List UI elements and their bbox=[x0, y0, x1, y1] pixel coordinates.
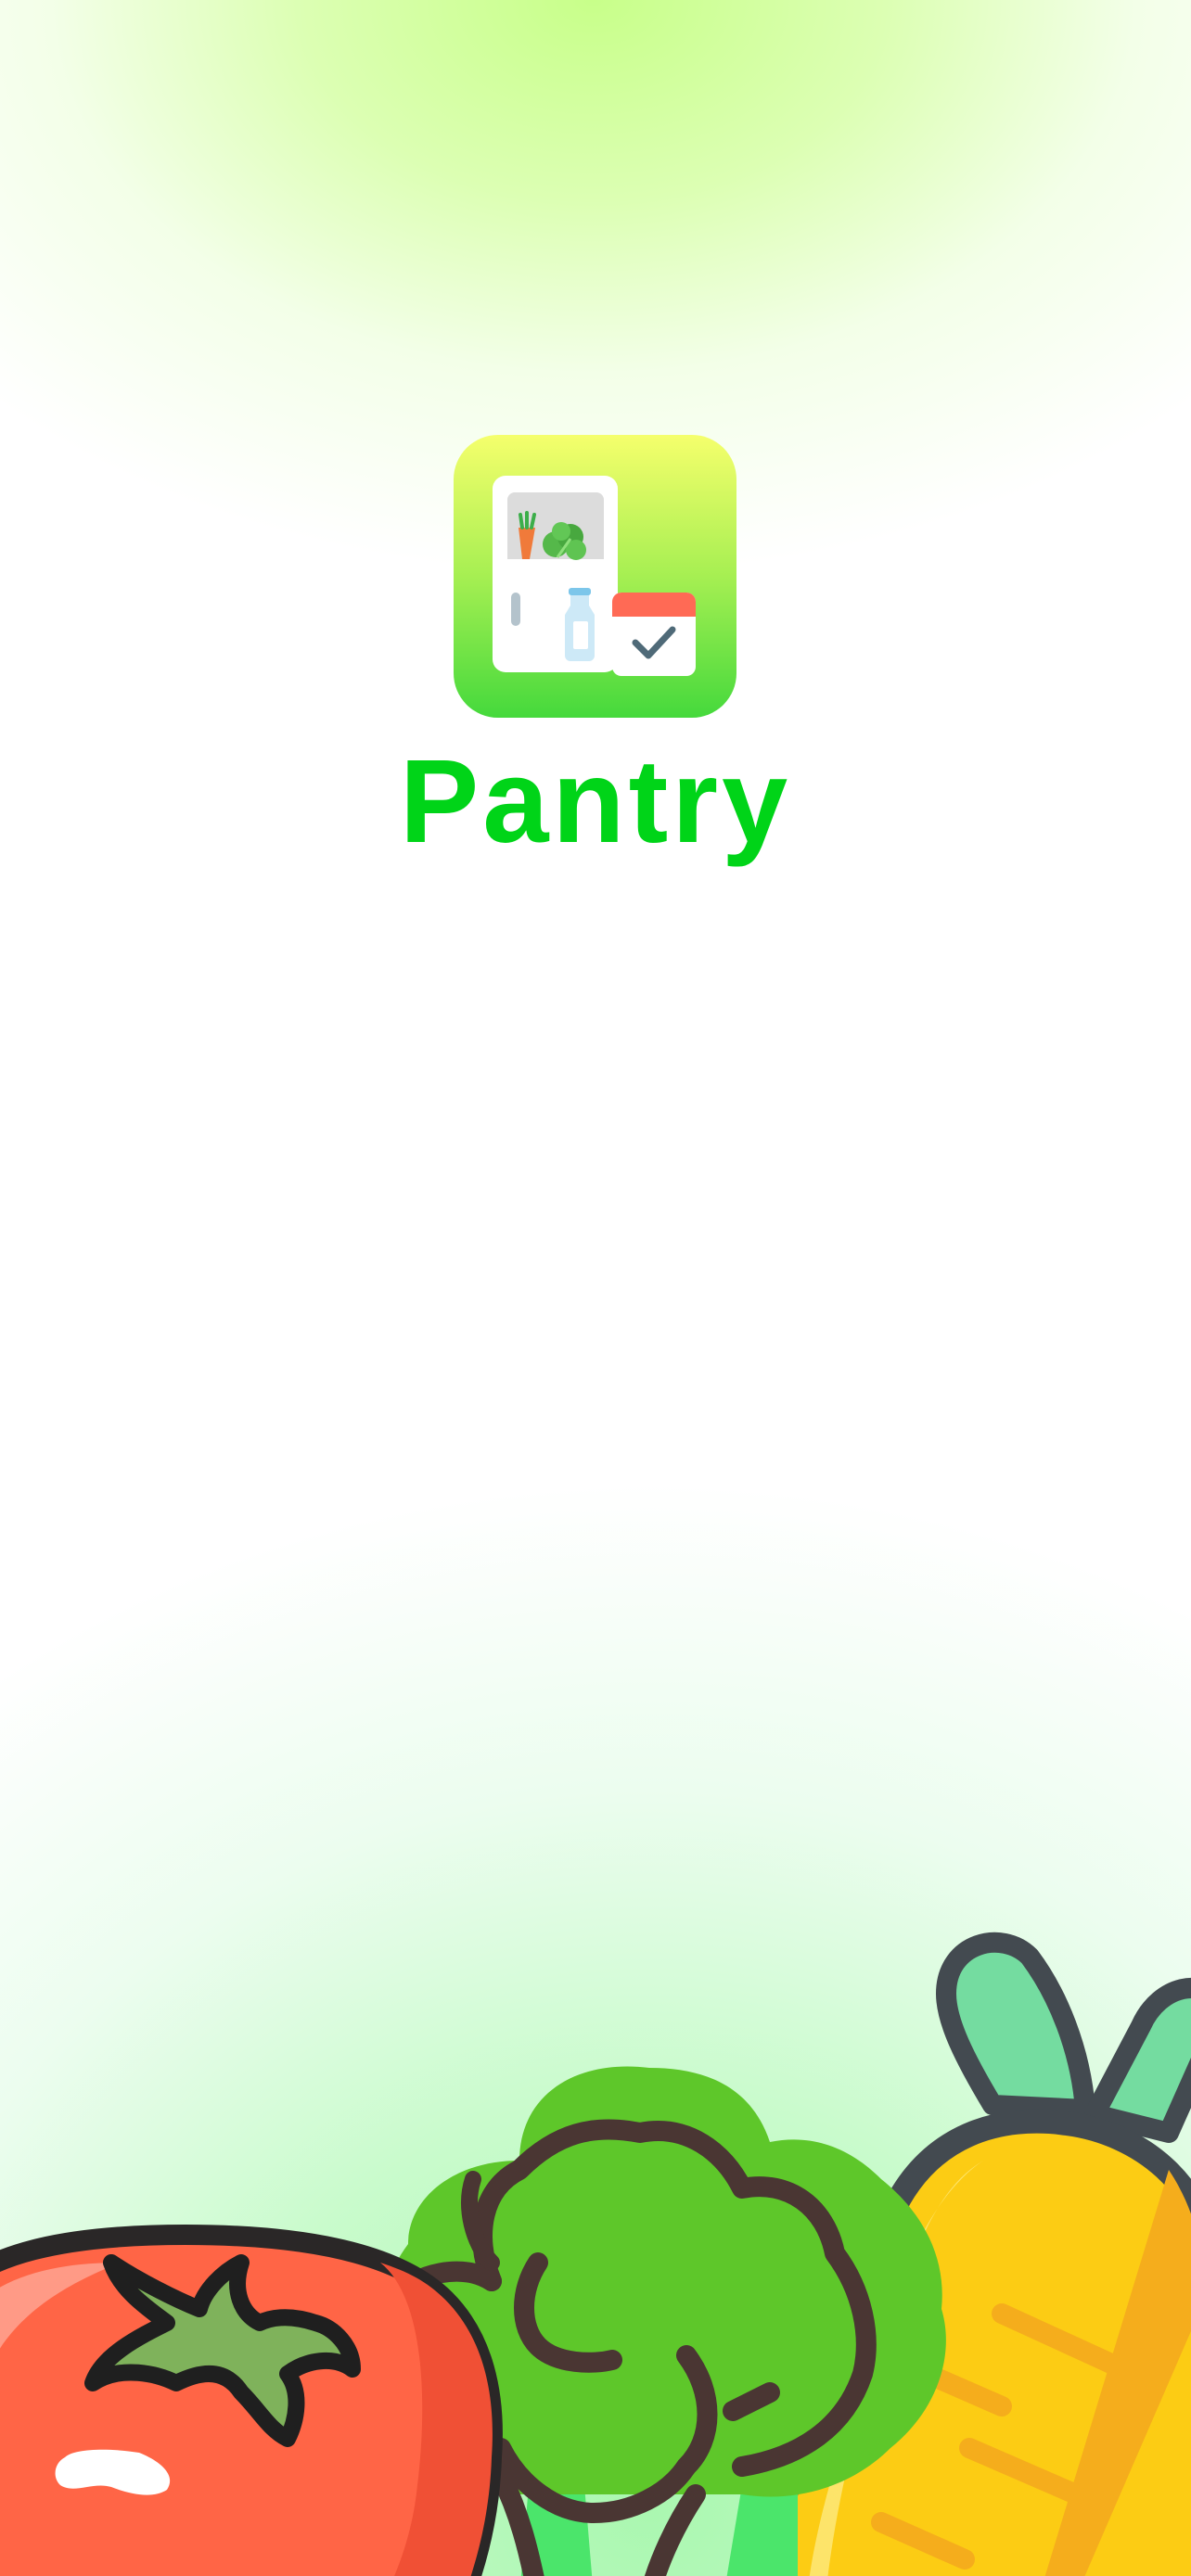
splash-screen: Pantry bbox=[0, 0, 1191, 2576]
app-title: Pantry bbox=[399, 735, 792, 868]
fridge-icon bbox=[493, 476, 618, 672]
vegetables-illustration bbox=[0, 1932, 1191, 2576]
app-icon bbox=[454, 435, 736, 718]
calendar-check-icon bbox=[612, 593, 696, 676]
tomato-illustration-icon bbox=[0, 2225, 503, 2576]
splash-branding: Pantry bbox=[0, 0, 1191, 927]
